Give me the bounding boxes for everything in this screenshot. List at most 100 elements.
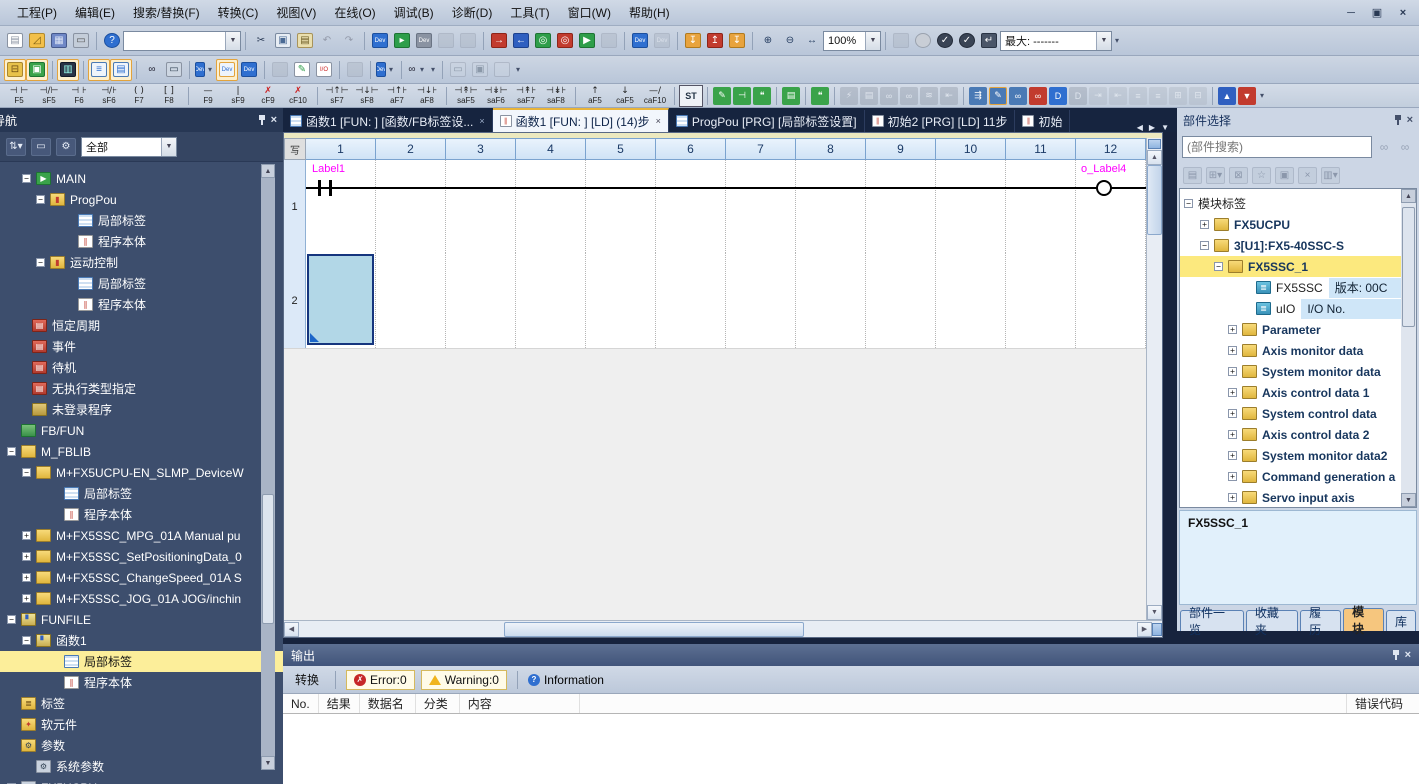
find-next-icon[interactable]: ∞: [1375, 138, 1393, 156]
verify-with-plc-button[interactable]: ◎: [532, 30, 554, 52]
falling-pulse-close-branch-button[interactable]: ⊣↡⊦saF8: [541, 85, 571, 107]
dav-find-button[interactable]: D: [1049, 87, 1067, 105]
horizontal-line-button[interactable]: —F9: [193, 85, 223, 107]
favorite-star-icon[interactable]: ☆: [1252, 167, 1271, 184]
edit-declaration-button[interactable]: ⊣: [733, 87, 751, 105]
read-from-plc-button[interactable]: ←: [510, 30, 532, 52]
expand-icon[interactable]: +: [22, 594, 31, 603]
ladder-row-2[interactable]: 2: [284, 253, 1146, 348]
nav-scrollbar[interactable]: ▲ ▼: [261, 164, 275, 770]
chevron-down-icon[interactable]: ▼: [161, 138, 176, 156]
tab-function1-label-settings[interactable]: 函数1 [FUN: ] [函数/FB标签设...×: [283, 110, 493, 132]
menu-search-replace[interactable]: 搜索/替换(F): [124, 1, 209, 24]
nav-item-motion-program-body[interactable]: ∥程序本体: [0, 294, 283, 315]
rising-pulse-close-button[interactable]: ⊣↟⊢saF5: [451, 85, 481, 107]
tab-function1-ladder[interactable]: ∥函数1 [FUN: ] [LD] (14)步×: [493, 108, 669, 132]
close-icon[interactable]: ×: [1405, 649, 1411, 661]
collapse-icon[interactable]: −: [36, 195, 45, 204]
expand-icon[interactable]: +: [1228, 346, 1237, 355]
fb-instance-down-button[interactable]: ▼: [1238, 87, 1256, 105]
close-icon[interactable]: ×: [479, 116, 484, 126]
editor-vertical-scrollbar[interactable]: ▲ ▼: [1146, 138, 1162, 620]
falling-pulse-branch-button[interactable]: ⊣↓⊦aF8: [412, 85, 442, 107]
display-switch-dd-icon[interactable]: ▥▾: [1321, 167, 1340, 184]
split-handle[interactable]: [1152, 623, 1162, 636]
expand-icon[interactable]: +: [1200, 220, 1209, 229]
draw-line-down-button[interactable]: ↓caF5: [610, 85, 640, 107]
copy-button[interactable]: ▣: [272, 30, 294, 52]
ladder-grid[interactable]: 1Label1o_Label42: [284, 160, 1146, 620]
scroll-thumb[interactable]: [504, 622, 804, 637]
module-item-fx5ssc-label[interactable]: ≣FX5SSC版本: 00C: [1180, 277, 1401, 298]
insert-comment-row-button[interactable]: ❝: [811, 87, 829, 105]
cut-button[interactable]: ✂: [250, 30, 272, 52]
open-contact-symbol[interactable]: [318, 180, 332, 196]
collapse-icon[interactable]: −: [1200, 241, 1209, 250]
expand-icon[interactable]: +: [22, 531, 31, 540]
print-button[interactable]: ▭: [70, 30, 92, 52]
find-window-button[interactable]: ▭: [163, 59, 185, 81]
collapse-icon[interactable]: −: [7, 615, 16, 624]
nav-item-motion-control[interactable]: −▮运动控制: [0, 252, 283, 273]
parts-tab-history[interactable]: 履历: [1300, 610, 1341, 631]
menu-online[interactable]: 在线(O): [325, 1, 384, 24]
tab-list-icon[interactable]: ▼: [1161, 123, 1169, 132]
watch-stop-button[interactable]: ↧: [726, 30, 748, 52]
expand-icon[interactable]: +: [1228, 325, 1237, 334]
menu-window[interactable]: 窗口(W): [559, 1, 620, 24]
tab-progpou-local-label-settings[interactable]: ProgPou [PRG] [局部标签设置]: [669, 110, 865, 132]
nav-item-standby[interactable]: ▤待机: [0, 357, 283, 378]
expand-icon[interactable]: +: [1228, 430, 1237, 439]
tab-scroll-left-icon[interactable]: ◀: [1137, 123, 1143, 132]
search-book-button[interactable]: ∞: [1009, 87, 1027, 105]
row-cells[interactable]: Label1o_Label4: [306, 160, 1146, 253]
nav-item-device[interactable]: ✦软元件: [0, 714, 283, 735]
minimize-icon[interactable]: ─: [1343, 7, 1359, 19]
chevron-down-icon[interactable]: ▾: [389, 65, 393, 74]
expand-icon[interactable]: +: [22, 573, 31, 582]
nav-filter-combo[interactable]: 全部 ▼: [81, 137, 177, 157]
gear-icon[interactable]: ⚙: [56, 138, 76, 156]
expand-icon[interactable]: +: [22, 552, 31, 561]
collapse-icon[interactable]: −: [22, 468, 31, 477]
scroll-down-icon[interactable]: ▼: [261, 756, 275, 770]
unit-chip-button[interactable]: ▥: [57, 59, 79, 81]
display-target-dd-icon[interactable]: ⊞▾: [1206, 167, 1225, 184]
new-project-button[interactable]: ▤: [4, 30, 26, 52]
collapse-icon[interactable]: −: [22, 174, 31, 183]
nav-item-event[interactable]: ▤事件: [0, 336, 283, 357]
module-item-fx5ssc-1[interactable]: −FX5SSC_1: [1180, 256, 1401, 277]
tab-initial2-ladder[interactable]: ∥初始2 [PRG] [LD] 11步: [865, 110, 1016, 132]
nav-item-parameter[interactable]: ⚙参数: [0, 735, 283, 756]
device-memory-button[interactable]: Dev: [369, 30, 391, 52]
module-item-module-label[interactable]: −模块标签: [1180, 193, 1401, 214]
nav-item-m-fx5ssc-mpg[interactable]: +M+FX5SSC_MPG_01A Manual pu: [0, 525, 283, 546]
nav-item-slmp-program-body[interactable]: ∥程序本体: [0, 504, 283, 525]
parts-tab-library[interactable]: 库: [1386, 610, 1416, 631]
scroll-up-icon[interactable]: ▲: [1147, 150, 1162, 165]
close-icon[interactable]: ×: [1395, 7, 1411, 19]
vertical-line-button[interactable]: |sF9: [223, 85, 253, 107]
stop-state-button[interactable]: ✓: [956, 30, 978, 52]
module-item-system-control-data[interactable]: +System control data: [1180, 403, 1401, 424]
watch-register-button[interactable]: ↧: [682, 30, 704, 52]
scroll-up-icon[interactable]: ▲: [1401, 189, 1416, 203]
module-item-command-generation-axis[interactable]: +Command generation a: [1180, 466, 1401, 487]
collapse-icon[interactable]: −: [1214, 262, 1223, 271]
menu-help[interactable]: 帮助(H): [620, 1, 679, 24]
collapse-all-icon[interactable]: ▭: [31, 138, 51, 156]
falling-pulse-close-button[interactable]: ⊣↡⊢saF6: [481, 85, 511, 107]
tree-filter-icon[interactable]: ⇅▾: [6, 138, 26, 156]
chevron-down-icon[interactable]: ▼: [1096, 32, 1111, 50]
scroll-left-icon[interactable]: ◀: [284, 622, 299, 637]
toolbar-overflow-icon[interactable]: ▾: [516, 65, 520, 74]
error-filter-button[interactable]: ✗ Error:0: [346, 670, 415, 690]
editor-horizontal-scrollbar[interactable]: ◀ ▶: [284, 620, 1162, 637]
scroll-right-icon[interactable]: ▶: [1137, 622, 1152, 637]
convert-button[interactable]: 转换: [289, 669, 325, 690]
insert-row-button[interactable]: ▤: [782, 87, 800, 105]
delete-horizontal-line-button[interactable]: ✗cF9: [253, 85, 283, 107]
nav-item-main[interactable]: −▶MAIN: [0, 168, 283, 189]
falling-pulse-button[interactable]: ⊣↓⊢sF8: [352, 85, 382, 107]
rising-pulse-button[interactable]: ⊣↑⊢sF7: [322, 85, 352, 107]
